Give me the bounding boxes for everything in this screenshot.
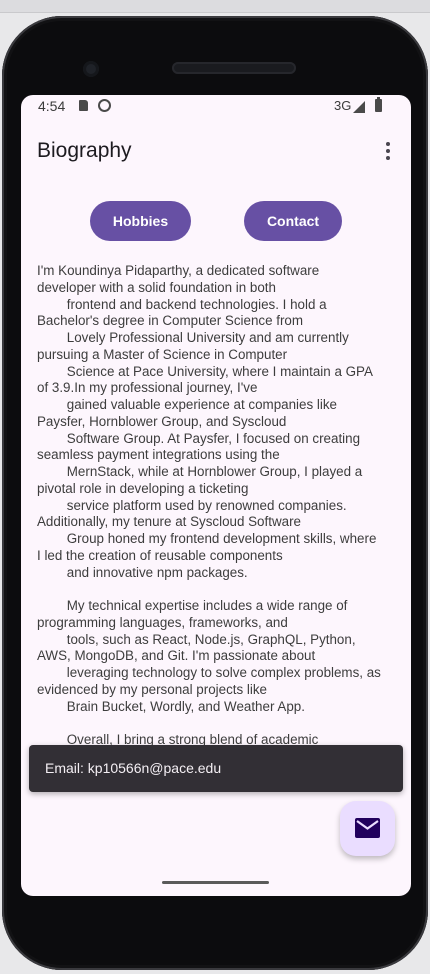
contact-button[interactable]: Contact — [244, 201, 342, 241]
bio-line: pivotal role in developing a ticketing — [37, 480, 249, 496]
snackbar-text: Email: kp10566n@pace.edu — [45, 760, 222, 776]
bio-line: gained valuable experience at companies … — [37, 397, 337, 412]
email-fab-button[interactable] — [340, 801, 395, 856]
front-camera-icon — [83, 61, 99, 77]
bio-line: Software Group. At Paysfer, I focused on… — [37, 430, 361, 446]
bio-line — [37, 715, 399, 732]
app-bar: Biography — [21, 119, 411, 183]
mail-icon — [355, 818, 380, 838]
network-type: 3G — [334, 98, 352, 113]
bio-line: Lovely Professional University and am cu… — [37, 330, 349, 345]
more-vert-icon[interactable] — [380, 139, 396, 163]
hobbies-button[interactable]: Hobbies — [90, 201, 191, 241]
signal-icon — [353, 101, 365, 113]
snackbar: Email: kp10566n@pace.edu — [29, 745, 403, 792]
battery-icon — [375, 97, 382, 112]
bio-line — [37, 581, 399, 598]
bio-line: leveraging technology to solve complex p… — [37, 665, 381, 680]
bio-line: MernStack, while at Hornblower Group, I … — [37, 464, 363, 479]
bio-line: developer with a solid foundation in bot… — [37, 279, 276, 295]
bio-line: AWS, MongoDB, and Git. I'm passionate ab… — [37, 648, 316, 664]
page-title: Biography — [37, 139, 132, 162]
bio-line: evidenced by my personal projects like — [37, 681, 267, 697]
bio-line: I led the creation of reusable component… — [37, 547, 283, 563]
bio-line: Science at Pace University, where I main… — [37, 363, 373, 379]
bio-line: Brain Bucket, Wordly, and Weather App. — [37, 698, 305, 714]
home-indicator — [162, 881, 269, 884]
bio-line: programming languages, frameworks, and — [37, 614, 288, 630]
sd-card-icon — [79, 100, 88, 111]
bio-line: Additionally, my tenure at Syscloud Soft… — [37, 514, 301, 530]
bio-line: service platform used by renowned compan… — [37, 497, 347, 513]
app-screen: 4:54 3G Biography Hobbies Contact I'm Ko… — [21, 95, 411, 896]
bio-line: I'm Koundinya Pidaparthy, a dedicated so… — [37, 263, 320, 278]
bio-line: frontend and backend technologies. I hol… — [37, 296, 327, 312]
bio-line: tools, such as React, Node.js, GraphQL, … — [37, 631, 356, 647]
bio-line: Bachelor's degree in Computer Science fr… — [37, 313, 304, 329]
bio-line: Paysfer, Hornblower Group, and Syscloud — [37, 413, 287, 429]
sync-icon — [98, 99, 111, 112]
bio-line: My technical expertise includes a wide r… — [37, 598, 348, 613]
status-time: 4:54 — [38, 98, 66, 114]
bio-line: pursuing a Master of Science in Computer — [37, 346, 288, 362]
bio-line: and innovative npm packages. — [37, 564, 248, 580]
bio-line: of 3.9.In my professional journey, I've — [37, 380, 258, 396]
bio-line: Group honed my frontend development skil… — [37, 531, 377, 546]
bio-line: seamless payment integrations using the — [37, 447, 280, 463]
earpiece-speaker — [172, 62, 296, 74]
status-bar: 4:54 3G — [21, 95, 411, 119]
window-top-strip — [0, 0, 430, 13]
biography-text: I'm Koundinya Pidaparthy, a dedicated so… — [37, 263, 399, 749]
